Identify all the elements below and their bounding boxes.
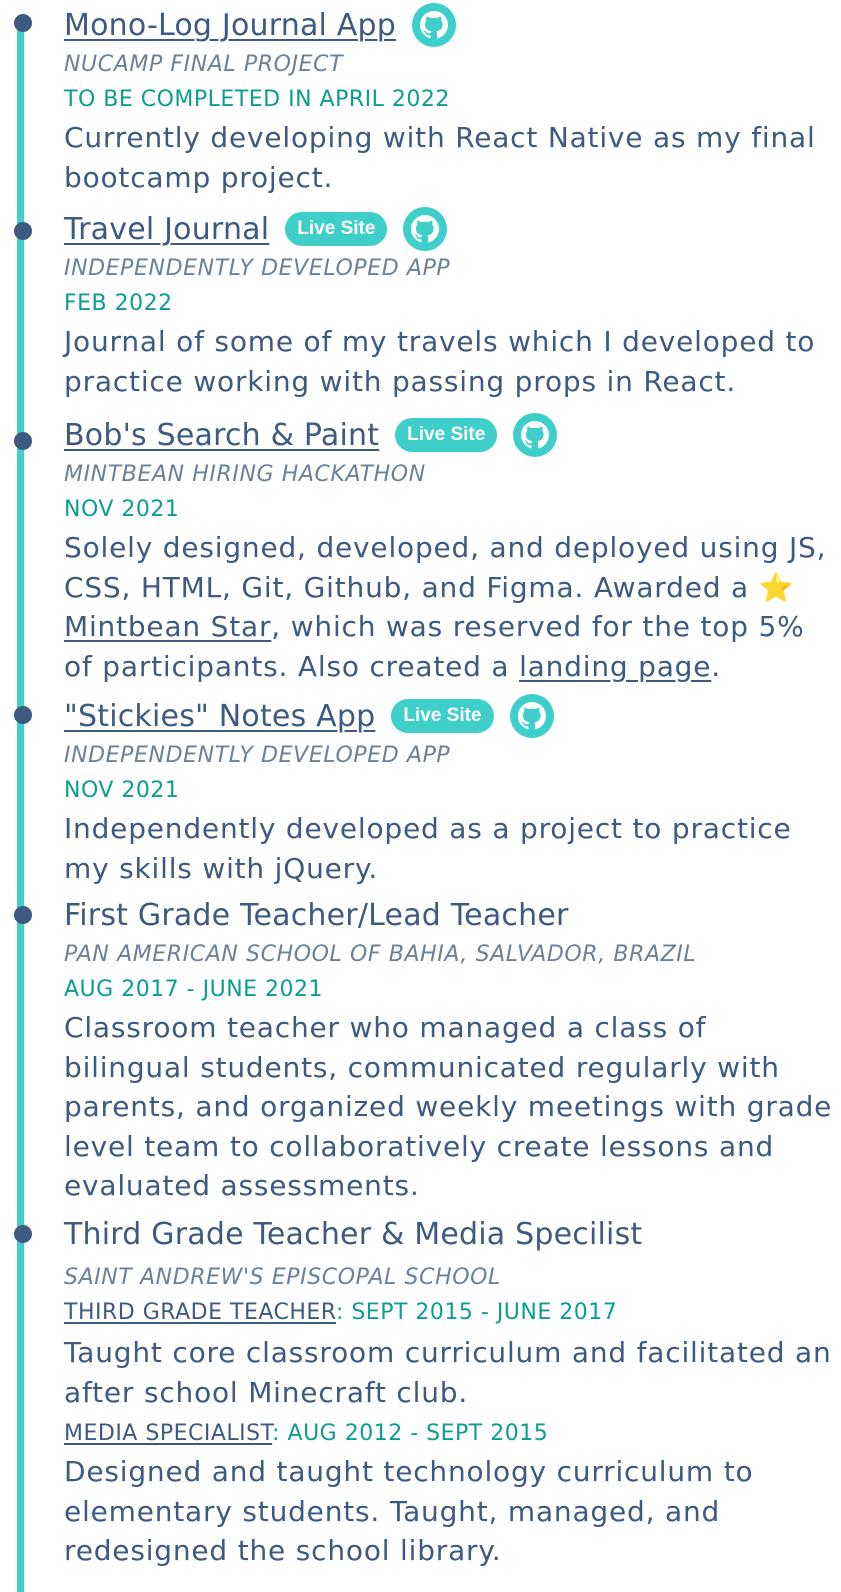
timeline-dot <box>14 1225 32 1243</box>
project-title-link[interactable]: "Stickies" Notes App <box>64 699 375 734</box>
mintbean-star-link[interactable]: Mintbean Star <box>64 610 271 643</box>
entry-title-row: Bob's Search & Paint Live Site <box>64 412 834 458</box>
landing-page-link[interactable]: landing page <box>519 650 711 683</box>
entry-organization: PAN AMERICAN SCHOOL OF BAHIA, SALVADOR, … <box>64 942 697 967</box>
project-title-link[interactable]: Travel Journal <box>64 212 269 247</box>
github-icon[interactable] <box>403 207 448 251</box>
live-site-button[interactable]: Live Site <box>391 699 494 733</box>
timeline-dot <box>14 14 32 32</box>
entry-description: Designed and taught technology curriculu… <box>64 1455 754 1567</box>
timeline-line <box>17 22 24 1592</box>
entry-organization: SAINT ANDREW'S EPISCOPAL SCHOOL <box>64 1265 501 1290</box>
entry-description: Independently developed as a project to … <box>64 812 792 885</box>
timeline-entry: Bob's Search & Paint Live Site MINTBEAN … <box>64 412 834 686</box>
entry-description: Journal of some of my travels which I de… <box>64 325 816 398</box>
timeline-dot <box>14 222 32 240</box>
entry-description: Taught core classroom curriculum and fac… <box>64 1336 832 1409</box>
role-link-third-grade[interactable]: THIRD GRADE TEACHER <box>64 1300 336 1325</box>
entry-organization: INDEPENDENTLY DEVELOPED APP <box>64 743 451 768</box>
github-icon[interactable] <box>412 3 457 47</box>
entry-title-row: Third Grade Teacher & Media Specilist <box>64 1211 834 1257</box>
role-dates: : AUG 2012 - SEPT 2015 <box>272 1421 549 1446</box>
entry-title-row: Travel Journal Live Site <box>64 206 834 252</box>
timeline-dot <box>14 906 32 924</box>
job-title: Third Grade Teacher & Media Specilist <box>64 1216 643 1252</box>
timeline-dot <box>14 432 32 450</box>
live-site-button[interactable]: Live Site <box>285 212 388 246</box>
entry-title-row: "Stickies" Notes App Live Site <box>64 693 834 739</box>
timeline-entry: Third Grade Teacher & Media Specilist SA… <box>64 1211 834 1571</box>
entry-organization: MINTBEAN HIRING HACKATHON <box>64 462 426 487</box>
entry-date: THIRD GRADE TEACHER: SEPT 2015 - JUNE 20… <box>64 1295 834 1331</box>
entry-organization: NUCAMP FINAL PROJECT <box>64 52 344 77</box>
project-title-link[interactable]: Mono-Log Journal App <box>64 8 396 43</box>
github-icon[interactable] <box>509 694 554 738</box>
live-site-button[interactable]: Live Site <box>395 418 498 452</box>
entry-date: MEDIA SPECIALIST: AUG 2012 - SEPT 2015 <box>64 1416 834 1452</box>
role-link-media-specialist[interactable]: MEDIA SPECIALIST <box>64 1421 272 1446</box>
project-title-link[interactable]: Bob's Search & Paint <box>64 418 379 453</box>
timeline-dot <box>14 706 32 724</box>
role-dates: : SEPT 2015 - JUNE 2017 <box>335 1300 618 1325</box>
entry-date: FEB 2022 <box>64 291 173 316</box>
timeline-entry: First Grade Teacher/Lead Teacher PAN AME… <box>64 892 834 1206</box>
entry-date: TO BE COMPLETED IN APRIL 2022 <box>64 87 450 112</box>
entry-date: NOV 2021 <box>64 497 180 522</box>
entry-description: Classroom teacher who managed a class of… <box>64 1011 833 1202</box>
timeline-entry: "Stickies" Notes App Live Site INDEPENDE… <box>64 693 834 888</box>
description-text: . <box>711 649 721 683</box>
entry-date: NOV 2021 <box>64 778 180 803</box>
entry-date: AUG 2017 - JUNE 2021 <box>64 977 324 1002</box>
entry-description: Solely designed, developed, and deployed… <box>64 528 834 686</box>
entry-title-row: First Grade Teacher/Lead Teacher <box>64 892 834 938</box>
timeline-entry: Travel Journal Live Site INDEPENDENTLY D… <box>64 206 834 401</box>
timeline-entry: Mono-Log Journal App NUCAMP FINAL PROJEC… <box>64 2 834 197</box>
entry-description: Currently developing with React Native a… <box>64 121 816 194</box>
entry-title-row: Mono-Log Journal App <box>64 2 834 48</box>
job-title: First Grade Teacher/Lead Teacher <box>64 897 569 933</box>
description-text: Solely designed, developed, and deployed… <box>64 531 827 604</box>
entry-organization: INDEPENDENTLY DEVELOPED APP <box>64 256 451 281</box>
github-icon[interactable] <box>513 413 558 457</box>
